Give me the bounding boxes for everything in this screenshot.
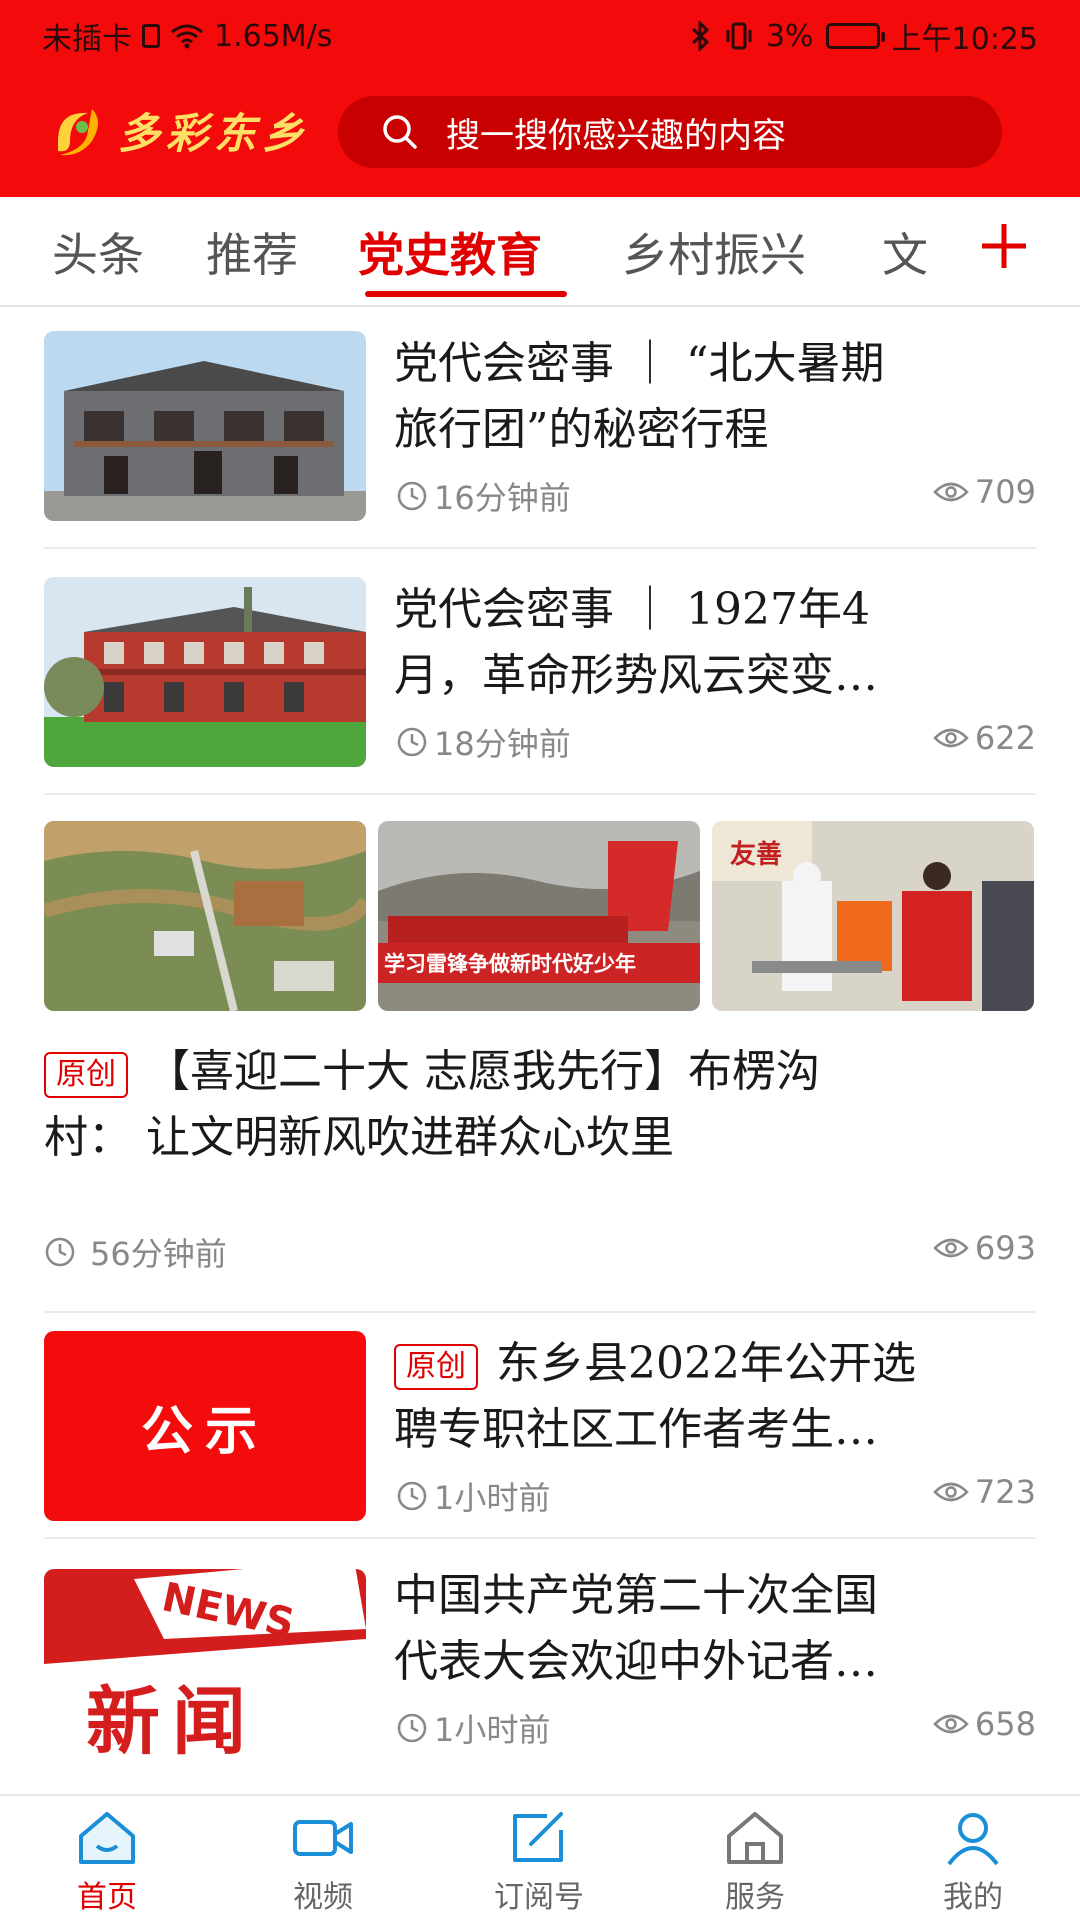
app-header: 未插卡 1.65M/s 3% 上午10:25 多彩东乡 搜一搜你感兴趣的内容 bbox=[0, 0, 1080, 197]
article-time: 16分钟前 bbox=[434, 479, 571, 517]
battery-percent: 3% bbox=[765, 18, 814, 54]
home-icon bbox=[79, 1812, 135, 1864]
article-title-line1: 党代会密事 ｜ 1927年4 bbox=[394, 584, 870, 635]
tab-recommend[interactable]: 推荐 bbox=[206, 219, 298, 285]
nav-label: 视频 bbox=[293, 1880, 353, 1915]
divider bbox=[44, 793, 1036, 795]
original-badge: 原创 bbox=[394, 1343, 478, 1390]
status-bar: 未插卡 1.65M/s 3% 上午10:25 bbox=[0, 0, 1080, 64]
article-time: 1小时前 bbox=[434, 1479, 551, 1517]
divider bbox=[44, 1311, 1036, 1313]
edit-icon bbox=[513, 1812, 563, 1862]
nav-label: 我的 bbox=[943, 1880, 1003, 1915]
eye-icon bbox=[933, 1714, 969, 1734]
search-bar[interactable]: 搜一搜你感兴趣的内容 bbox=[338, 96, 1002, 168]
sim-status: 未插卡 bbox=[42, 22, 132, 57]
list-item[interactable]: 公示 原创 东乡县2022年公开选 聘专职社区工作者考生… 1小时前 723 bbox=[44, 1319, 1036, 1521]
divider bbox=[44, 547, 1036, 549]
article-views: 622 bbox=[974, 719, 1036, 757]
clock-icon bbox=[397, 727, 427, 757]
battery-icon bbox=[825, 23, 885, 49]
list-item[interactable]: 党代会密事 ｜ “北大暑期 旅行团”的秘密行程 16分钟前 709 bbox=[44, 331, 1036, 527]
article-views: 693 bbox=[974, 1229, 1036, 1267]
active-tab-indicator bbox=[365, 291, 567, 297]
article-thumbnail bbox=[44, 331, 366, 521]
nav-home[interactable]: 首页 bbox=[32, 1810, 182, 1916]
article-image-1 bbox=[44, 821, 366, 1011]
app-name: 多彩东乡 bbox=[118, 109, 311, 158]
channel-tabs: 头条 推荐 党史教育 乡村振兴 文 bbox=[0, 197, 1080, 307]
banner-caption: 学习雷锋争做新时代好少年 bbox=[384, 952, 636, 976]
list-item[interactable]: 党代会密事 ｜ 1927年4 月，革命形势风云突变… 18分钟前 622 bbox=[44, 577, 1036, 773]
logo-icon bbox=[58, 108, 98, 155]
nav-label: 服务 bbox=[725, 1880, 785, 1915]
article-time: 1小时前 bbox=[434, 1711, 551, 1749]
tab-party-history[interactable]: 党史教育 bbox=[358, 219, 542, 285]
network-speed: 1.65M/s bbox=[214, 18, 333, 54]
nav-subscriptions[interactable]: 订阅号 bbox=[464, 1810, 614, 1916]
article-time: 56分钟前 bbox=[90, 1235, 227, 1273]
article-title-line2: 聘专职社区工作者考生… bbox=[394, 1404, 878, 1455]
tab-headlines[interactable]: 头条 bbox=[52, 219, 144, 285]
article-views: 723 bbox=[974, 1473, 1036, 1511]
thumbnail-text: 公示 bbox=[140, 1400, 269, 1462]
sim-card-icon bbox=[142, 24, 160, 48]
article-thumbnail: NEWS 新闻 bbox=[44, 1569, 366, 1759]
search-icon bbox=[383, 115, 417, 149]
clock-icon bbox=[397, 481, 427, 511]
article-time: 18分钟前 bbox=[434, 725, 571, 763]
eye-icon bbox=[933, 482, 969, 502]
article-title-line2: 月，革命形势风云突变… bbox=[394, 650, 878, 701]
article-title-line1: 东乡县2022年公开选 bbox=[496, 1338, 916, 1389]
wall-sign: 友善 bbox=[730, 839, 782, 870]
article-title-line2: 旅行团”的秘密行程 bbox=[394, 404, 769, 455]
bottom-navigation: 首页 视频 订阅号 服务 我的 bbox=[0, 1794, 1080, 1922]
divider bbox=[44, 1537, 1036, 1539]
nav-label: 首页 bbox=[77, 1880, 137, 1915]
list-item[interactable]: NEWS 新闻 中国共产党第二十次全国 代表大会欢迎中外记者… 1小时前 658 bbox=[44, 1563, 1036, 1759]
eye-icon bbox=[933, 1482, 969, 1502]
article-views: 658 bbox=[974, 1705, 1036, 1743]
clock-icon bbox=[397, 1481, 427, 1511]
eye-icon bbox=[933, 1238, 969, 1258]
wifi-icon bbox=[171, 24, 203, 49]
article-title-line1: 【喜迎二十大 志愿我先行】布楞沟 bbox=[146, 1046, 820, 1097]
clock: 上午10:25 bbox=[891, 22, 1038, 57]
original-badge: 原创 bbox=[44, 1051, 128, 1098]
nav-services[interactable]: 服务 bbox=[680, 1810, 830, 1916]
vibrate-icon bbox=[726, 22, 752, 50]
eye-icon bbox=[933, 728, 969, 748]
list-item[interactable]: 学习雷锋争做新时代好少年 友善 原创 【喜迎二十大 志愿我先行】布楞沟 村： 让文… bbox=[44, 821, 1036, 1291]
add-channel-icon[interactable] bbox=[980, 222, 1028, 270]
tab-rural-revitalization[interactable]: 乡村振兴 bbox=[622, 219, 806, 285]
nav-label: 订阅号 bbox=[494, 1880, 584, 1915]
article-thumbnail: 公示 bbox=[44, 1331, 366, 1521]
article-title-line1: 党代会密事 ｜ “北大暑期 bbox=[394, 338, 885, 389]
article-title-line1: 中国共产党第二十次全国 bbox=[394, 1570, 878, 1621]
nav-video[interactable]: 视频 bbox=[248, 1810, 398, 1916]
article-thumbnail bbox=[44, 577, 366, 767]
bluetooth-icon bbox=[691, 21, 710, 51]
article-title-line2: 村： 让文明新风吹进群众心坎里 bbox=[44, 1112, 674, 1163]
nav-profile[interactable]: 我的 bbox=[898, 1810, 1048, 1916]
article-views: 709 bbox=[974, 473, 1036, 511]
clock-icon bbox=[45, 1237, 75, 1267]
article-title-line2: 代表大会欢迎中外记者… bbox=[394, 1636, 878, 1687]
video-camera-icon bbox=[293, 1820, 353, 1856]
thumbnail-text: 新闻 bbox=[86, 1679, 258, 1759]
clock-icon bbox=[397, 1713, 427, 1743]
article-image-2: 学习雷锋争做新时代好少年 bbox=[378, 821, 700, 1011]
user-icon bbox=[947, 1813, 999, 1866]
search-placeholder: 搜一搜你感兴趣的内容 bbox=[446, 115, 786, 156]
app-logo: 多彩东乡 bbox=[48, 100, 310, 161]
tab-culture[interactable]: 文 bbox=[882, 219, 928, 285]
article-image-3: 友善 bbox=[712, 821, 1034, 1011]
house-icon bbox=[727, 1812, 783, 1864]
